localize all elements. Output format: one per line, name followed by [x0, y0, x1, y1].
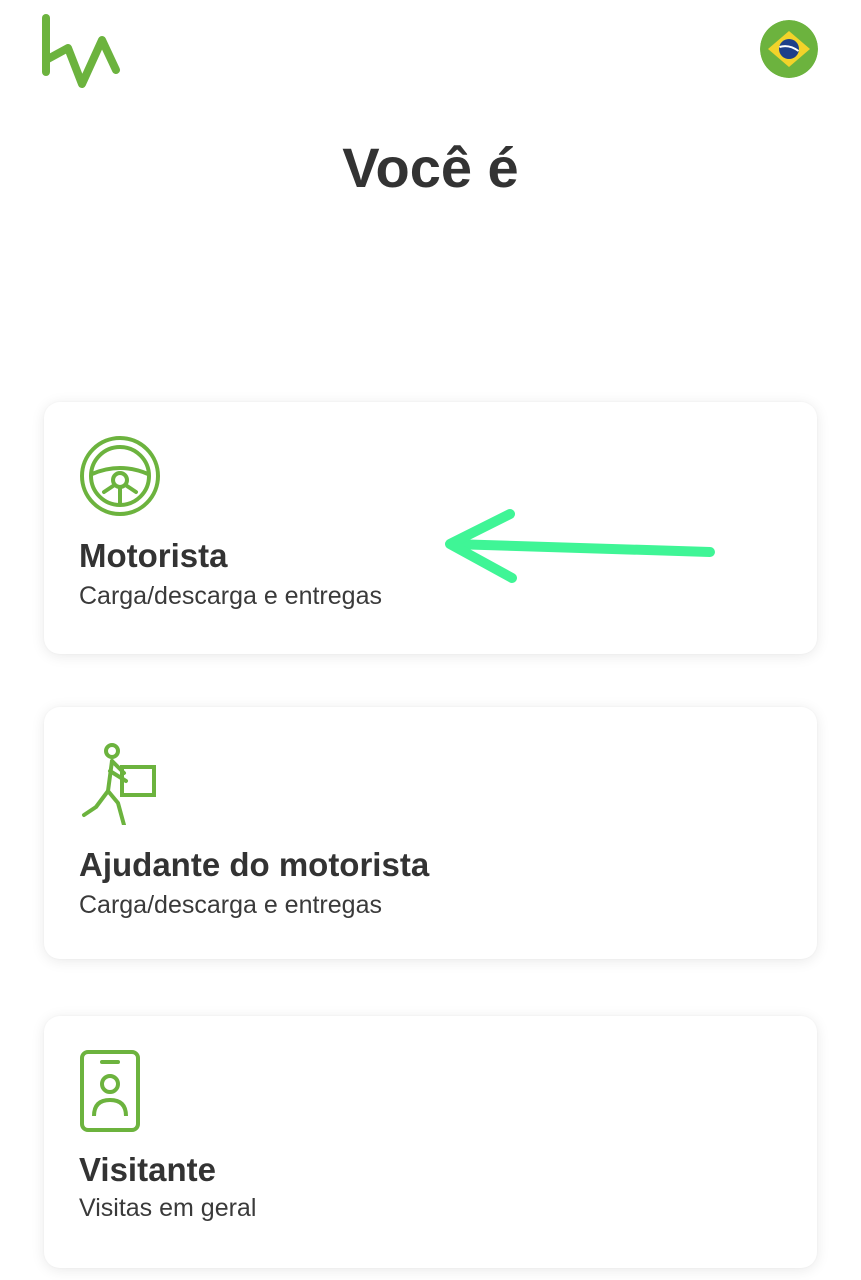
option-title: Motorista [79, 537, 228, 574]
role-selection-screen: Você é Motorista Carga/descarga e entreg… [0, 0, 861, 1280]
option-card-visitante[interactable]: Visitante Visitas em geral [44, 1016, 817, 1268]
option-subtitle: Carga/descarga e entregas [79, 891, 382, 919]
option-card-motorista[interactable]: Motorista Carga/descarga e entregas [44, 402, 817, 654]
page-title: Você é [342, 136, 519, 199]
option-subtitle: Visitas em geral [79, 1194, 257, 1222]
ka-logo-icon [42, 14, 120, 88]
id-badge-icon [80, 1050, 140, 1132]
option-title: Ajudante do motorista [79, 846, 430, 883]
option-subtitle: Carga/descarga e entregas [79, 582, 382, 610]
option-title: Visitante [79, 1151, 216, 1188]
steering-wheel-icon [80, 436, 160, 516]
option-card-ajudante[interactable]: Ajudante do motorista Carga/descarga e e… [44, 707, 817, 959]
person-carrying-box-icon [82, 743, 156, 825]
brazil-flag-icon[interactable] [760, 20, 818, 78]
